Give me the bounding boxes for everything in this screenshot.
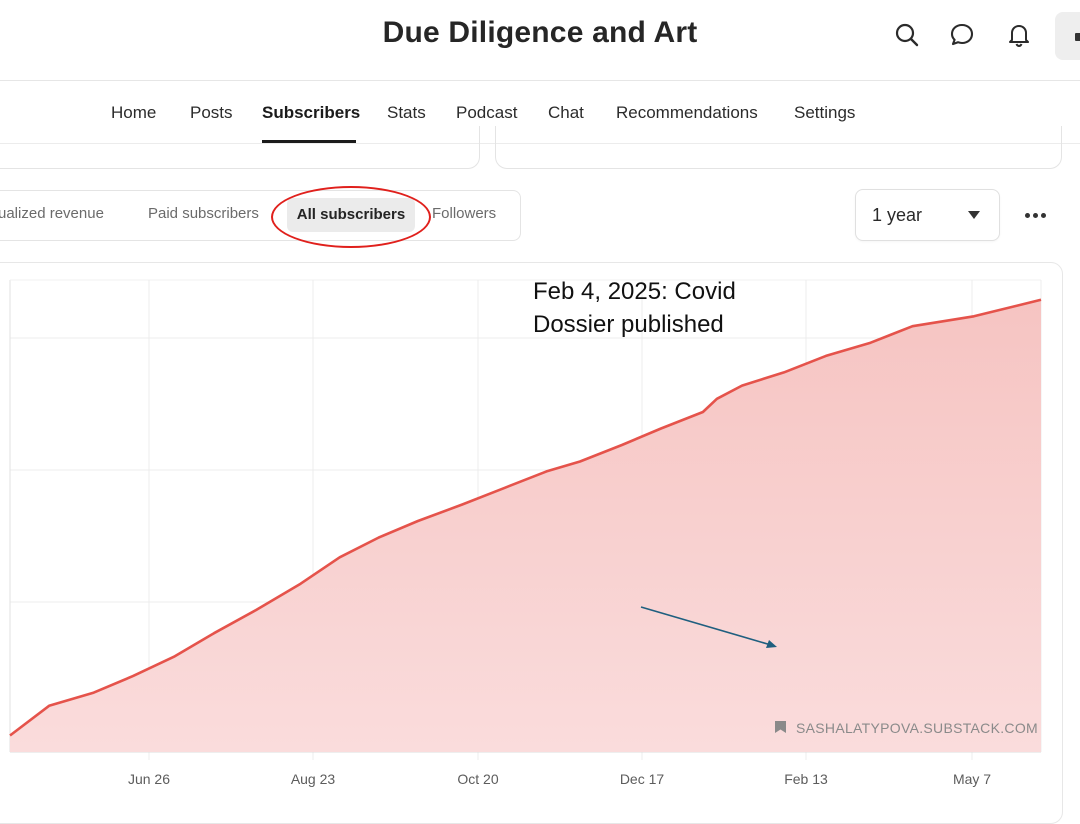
time-range-value: 1 year (872, 205, 923, 225)
tab-recommendations[interactable]: Recommendations (616, 103, 758, 123)
account-button[interactable] (1055, 12, 1080, 60)
annotation-text: Feb 4, 2025: Covid Dossier published (533, 278, 736, 338)
x-axis-ticks: Jun 26 Aug 23 Oct 20 Dec 17 Feb 13 May 7 (128, 771, 991, 787)
filter-annualized-revenue[interactable]: ualized revenue (0, 205, 104, 222)
account-icon (1075, 33, 1080, 41)
subscribers-area (10, 299, 1041, 752)
summary-card-right (495, 126, 1062, 169)
tab-podcast[interactable]: Podcast (456, 103, 517, 123)
x-tick-label: Oct 20 (457, 771, 498, 787)
chevron-down-icon (968, 211, 980, 219)
chat-bubble-icon[interactable] (948, 21, 976, 49)
watermark-text: SASHALATYPOVA.SUBSTACK.COM (796, 720, 1038, 736)
more-dot-icon (1041, 213, 1046, 218)
search-icon[interactable] (893, 21, 921, 49)
more-options-button[interactable] (1022, 200, 1052, 230)
tab-stats[interactable]: Stats (387, 103, 426, 123)
x-tick-label: Dec 17 (620, 771, 665, 787)
filter-followers[interactable]: Followers (432, 205, 496, 222)
tab-posts[interactable]: Posts (190, 103, 233, 123)
more-dot-icon (1025, 213, 1030, 218)
watermark: SASHALATYPOVA.SUBSTACK.COM (775, 720, 1038, 736)
filter-paid-subscribers[interactable]: Paid subscribers (148, 205, 259, 222)
top-bar: Due Diligence and Art (0, 0, 1080, 81)
x-tick-label: May 7 (953, 771, 991, 787)
x-tick-label: Jun 26 (128, 771, 170, 787)
tab-home[interactable]: Home (111, 103, 156, 123)
highlight-circle (271, 186, 431, 248)
x-tick-label: Feb 13 (784, 771, 828, 787)
subscribers-chart[interactable]: Jun 26 Aug 23 Oct 20 Dec 17 Feb 13 May 7 SASH… (0, 262, 1080, 815)
x-tick-label: Aug 23 (291, 771, 336, 787)
time-range-select[interactable]: 1 year (855, 189, 1000, 241)
more-dot-icon (1033, 213, 1038, 218)
bell-icon[interactable] (1005, 21, 1033, 49)
tab-settings[interactable]: Settings (794, 103, 855, 123)
summary-card-left (0, 126, 480, 169)
tab-subscribers[interactable]: Subscribers (262, 103, 360, 123)
tab-chat[interactable]: Chat (548, 103, 584, 123)
